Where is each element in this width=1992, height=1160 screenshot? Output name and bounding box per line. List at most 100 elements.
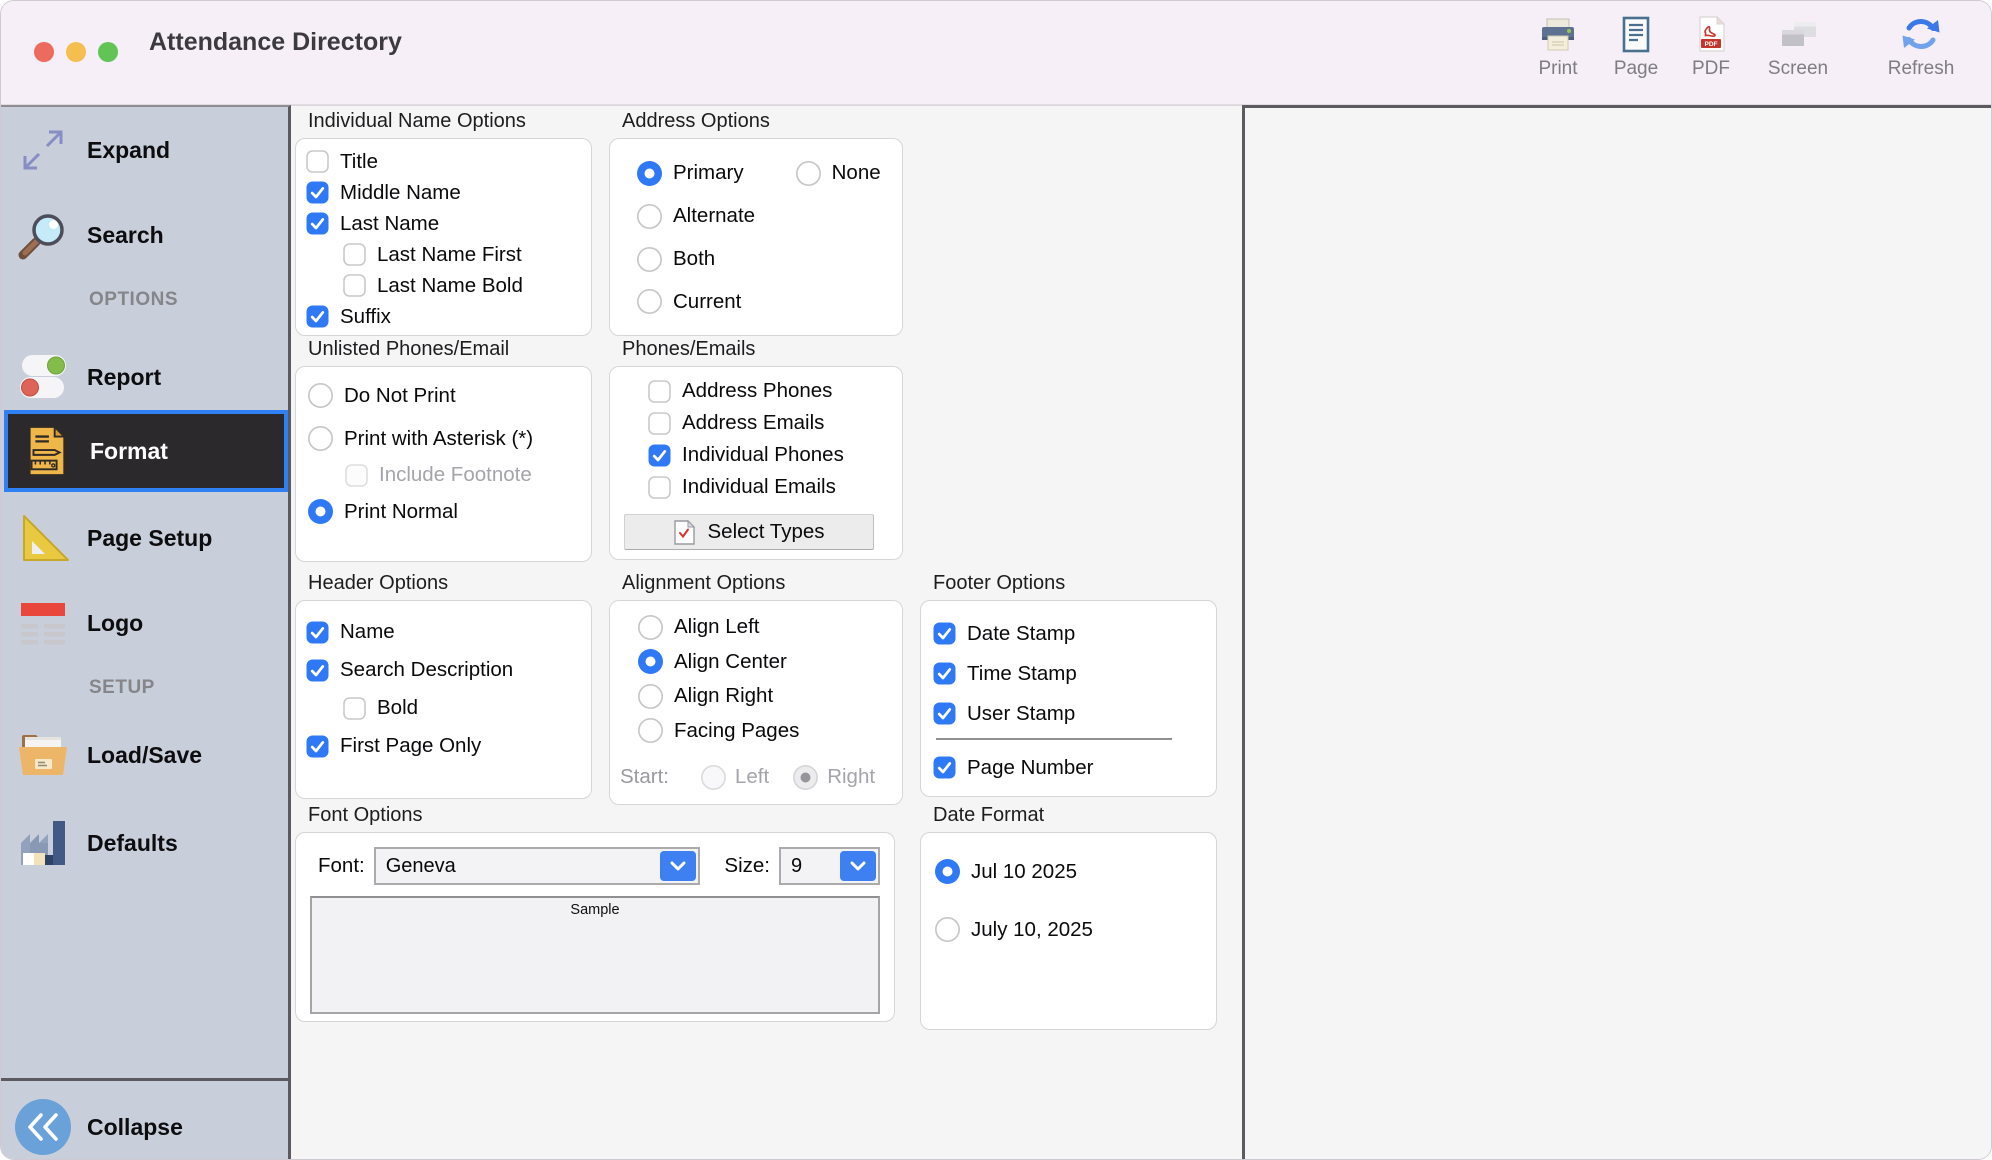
radio-align-left[interactable]: Align Left	[638, 614, 892, 641]
format-label: Format	[90, 438, 168, 465]
checkbox-name[interactable]: Name	[306, 617, 581, 647]
preview-panel	[1242, 105, 1992, 1160]
checkbox-bold[interactable]: Bold	[343, 693, 581, 723]
checkbox-disabled-icon	[345, 464, 368, 487]
screen-icon	[1755, 11, 1841, 55]
font-sample-preview: Sample	[310, 896, 880, 1014]
page-setup-label: Page Setup	[87, 525, 212, 552]
radio-print-normal[interactable]: Print Normal	[308, 499, 579, 524]
radio-both[interactable]: Both	[637, 246, 888, 273]
checkbox-individual-phones[interactable]: Individual Phones	[648, 439, 892, 471]
svg-text:PDF: PDF	[1705, 41, 1718, 48]
radio-facing-pages[interactable]: Facing Pages	[638, 718, 892, 745]
format-options-panel: Individual Name Options Title Middle Nam…	[291, 105, 1242, 1160]
group-header-options: Header Options Name Search Description B…	[295, 572, 592, 799]
search-label: Search	[87, 222, 164, 249]
checkbox-unchecked-icon	[648, 412, 671, 435]
sidebar-item-search[interactable]: Search	[1, 201, 288, 269]
select-types-button[interactable]: Select Types	[624, 514, 874, 550]
size-dropdown-value: 9	[781, 855, 838, 878]
logo-label: Logo	[87, 610, 143, 637]
radio-unselected-icon	[935, 917, 960, 942]
radio-start-left: Left	[701, 763, 769, 791]
checkbox-address-phones[interactable]: Address Phones	[648, 375, 892, 407]
checkbox-search-description[interactable]: Search Description	[306, 655, 581, 685]
select-types-label: Select Types	[708, 520, 825, 544]
minimize-button[interactable]	[66, 42, 86, 62]
group-address-options: Address Options Primary None Alternate	[609, 110, 903, 336]
sidebar-item-page-setup[interactable]: Page Setup	[1, 504, 288, 572]
print-button[interactable]: Print	[1515, 11, 1601, 80]
radio-print-with-asterisk[interactable]: Print with Asterisk (*)	[308, 426, 579, 451]
group-title: Alignment Options	[622, 572, 903, 595]
group-title: Date Format	[933, 804, 1217, 827]
page-button[interactable]: Page	[1593, 11, 1679, 80]
screen-button[interactable]: Screen	[1755, 11, 1841, 80]
pdf-label: PDF	[1668, 58, 1754, 80]
checkbox-checked-icon	[306, 621, 329, 644]
document-check-icon	[674, 520, 695, 545]
expand-icon	[13, 124, 73, 176]
radio-selected-icon	[308, 499, 333, 524]
checkbox-page-number[interactable]: Page Number	[933, 752, 1204, 783]
close-button[interactable]	[34, 42, 54, 62]
group-alignment-options: Alignment Options Align Left Align Cente…	[609, 572, 903, 805]
chevron-down-icon	[840, 851, 876, 881]
checkbox-suffix[interactable]: Suffix	[306, 301, 581, 332]
checkbox-checked-icon	[306, 181, 329, 204]
radio-selected-icon	[637, 161, 662, 186]
radio-unselected-icon	[637, 204, 662, 229]
sidebar-item-defaults[interactable]: Defaults	[1, 809, 288, 877]
radio-date-format-long[interactable]: July 10, 2025	[935, 917, 1202, 942]
start-label: Start:	[620, 765, 669, 789]
group-footer-options: Footer Options Date Stamp Time Stamp Use…	[920, 572, 1217, 797]
pdf-icon: PDF	[1668, 11, 1754, 55]
font-dropdown[interactable]: Geneva	[374, 847, 701, 885]
radio-disabled-icon	[701, 765, 726, 790]
sidebar-item-logo[interactable]: Logo	[1, 589, 288, 657]
sidebar-item-load-save[interactable]: Load/Save	[1, 721, 288, 789]
defaults-label: Defaults	[87, 830, 178, 857]
checkbox-include-footnote: Include Footnote	[345, 463, 579, 487]
checkbox-user-stamp[interactable]: User Stamp	[933, 698, 1204, 729]
group-title: Phones/Emails	[622, 338, 903, 361]
radio-unselected-icon	[638, 684, 663, 709]
checkbox-unchecked-icon	[343, 274, 366, 297]
checkbox-checked-icon	[306, 305, 329, 328]
radio-start-right: Right	[793, 763, 875, 791]
radio-primary[interactable]: Primary	[637, 159, 744, 187]
radio-align-center[interactable]: Align Center	[638, 649, 892, 676]
checkbox-first-page-only[interactable]: First Page Only	[306, 731, 581, 761]
sidebar-item-expand[interactable]: Expand	[1, 116, 288, 184]
size-dropdown[interactable]: 9	[779, 847, 880, 885]
checkbox-last-name-bold[interactable]: Last Name Bold	[343, 270, 581, 301]
radio-none[interactable]: None	[796, 159, 881, 187]
radio-align-right[interactable]: Align Right	[638, 683, 892, 710]
checkbox-date-stamp[interactable]: Date Stamp	[933, 618, 1204, 649]
zoom-button[interactable]	[98, 42, 118, 62]
sidebar-item-report[interactable]: Report	[1, 343, 288, 411]
checkbox-title[interactable]: Title	[306, 146, 581, 177]
checkbox-unchecked-icon	[648, 476, 671, 499]
page-icon	[1593, 11, 1679, 55]
group-individual-name-options: Individual Name Options Title Middle Nam…	[295, 110, 592, 336]
checkbox-last-name-first[interactable]: Last Name First	[343, 239, 581, 270]
checkbox-time-stamp[interactable]: Time Stamp	[933, 658, 1204, 689]
sidebar-item-format[interactable]: Format	[4, 410, 288, 492]
radio-do-not-print[interactable]: Do Not Print	[308, 383, 579, 408]
radio-date-format-short[interactable]: Jul 10 2025	[935, 859, 1202, 884]
refresh-button[interactable]: Refresh	[1878, 11, 1964, 80]
radio-current[interactable]: Current	[637, 288, 888, 315]
checkbox-checked-icon	[933, 662, 956, 685]
checkbox-individual-emails[interactable]: Individual Emails	[648, 471, 892, 503]
sidebar-item-collapse[interactable]: Collapse	[1, 1093, 288, 1160]
checkbox-last-name[interactable]: Last Name	[306, 208, 581, 239]
footer-divider	[936, 738, 1172, 740]
checkbox-checked-icon	[933, 622, 956, 645]
search-icon	[13, 208, 73, 262]
radio-selected-icon	[935, 859, 960, 884]
radio-alternate[interactable]: Alternate	[637, 203, 888, 230]
pdf-button[interactable]: PDF PDF	[1668, 11, 1754, 80]
checkbox-address-emails[interactable]: Address Emails	[648, 407, 892, 439]
checkbox-middle-name[interactable]: Middle Name	[306, 177, 581, 208]
